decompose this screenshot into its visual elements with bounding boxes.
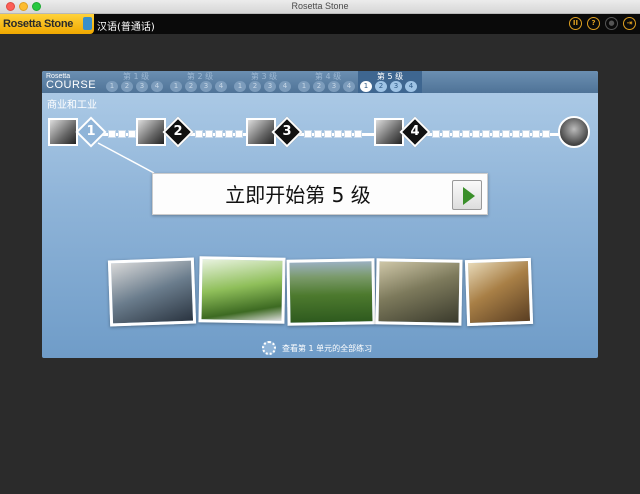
course-panel: Rosetta COURSE 第 1 级 1 2 3 4 第 2 级 1 2 3…: [42, 71, 598, 358]
unit-photo-tea-field: [286, 258, 376, 326]
window-title: Rosetta Stone: [291, 1, 349, 11]
title-bar: Rosetta Stone: [0, 0, 640, 14]
exercises-icon: [262, 341, 276, 355]
unit-photo-harvest: [464, 257, 534, 327]
view-all-exercises-text: 查看第 1 单元的全部练习: [282, 343, 373, 353]
play-icon: [463, 187, 475, 205]
unit-photo-office: [107, 257, 197, 327]
logo-tag-icon: [83, 17, 92, 30]
view-all-exercises-link[interactable]: 查看第 1 单元的全部练习: [262, 341, 372, 355]
rosetta-stone-logo: Rosetta Stone: [0, 14, 94, 34]
app-header: Rosetta Stone 汉语(普通话) II ? ● ⇥: [0, 14, 640, 34]
help-icon[interactable]: ?: [587, 17, 600, 30]
unit-photo-market: [198, 256, 286, 324]
exit-icon[interactable]: ⇥: [623, 17, 636, 30]
unit-photo-factory: [375, 258, 463, 326]
start-level-text: 立即开始第 5 级: [225, 183, 371, 207]
pause-icon[interactable]: II: [569, 17, 582, 30]
logo-text: Rosetta Stone: [3, 18, 74, 30]
language-label[interactable]: 汉语(普通话): [97, 18, 155, 33]
record-icon[interactable]: ●: [605, 17, 618, 30]
play-button[interactable]: [452, 180, 482, 210]
start-level-card[interactable]: 立即开始第 5 级: [152, 173, 488, 215]
